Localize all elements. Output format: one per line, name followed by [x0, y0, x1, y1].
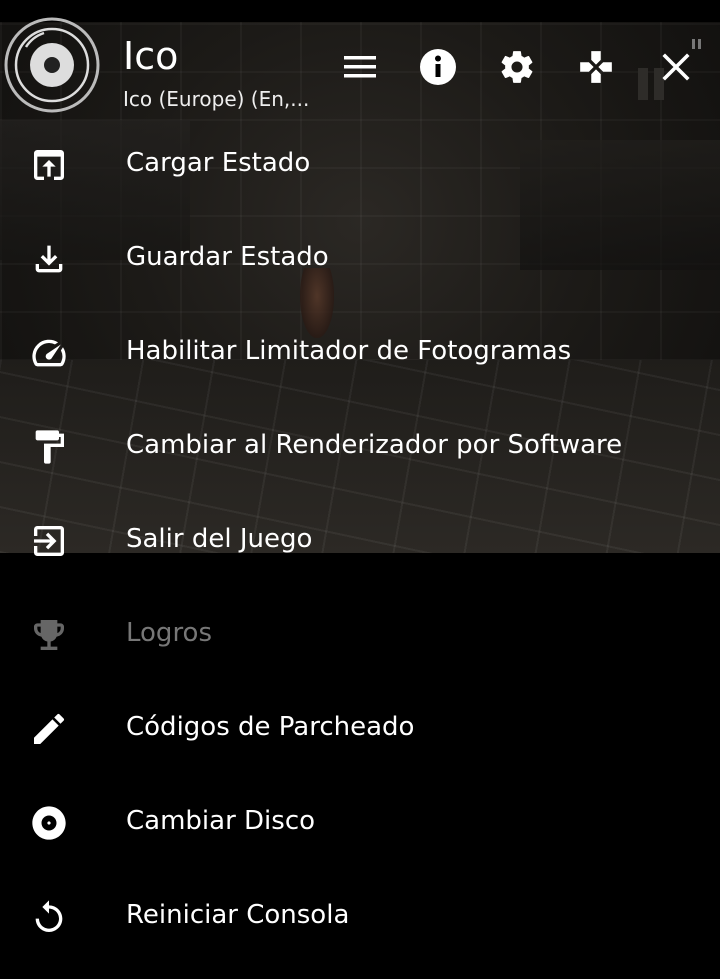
game-disc-icon [4, 17, 100, 113]
menu-item-label: Logros [126, 618, 213, 648]
menu-item-label: Códigos de Parcheado [126, 712, 415, 742]
menu-item-load-state[interactable]: Cargar Estado [0, 116, 720, 210]
menu-item-frame-limiter[interactable]: Habilitar Limitador de Fotogramas [0, 304, 720, 398]
paint-roller-icon [35, 430, 64, 464]
game-title: Ico [123, 34, 179, 78]
menu-item-label: Cambiar al Renderizador por Software [126, 430, 623, 460]
menu-item-label: Salir del Juego [126, 524, 313, 554]
gamepad-icon [580, 51, 612, 83]
pencil-icon [34, 713, 65, 744]
menu-item-change-disc[interactable]: Cambiar Disco [0, 774, 720, 868]
menu-item-reset-console[interactable]: Reiniciar Consola [0, 868, 720, 962]
menu-item-exit-game[interactable]: Salir del Juego [0, 492, 720, 586]
menu-item-achievements: Logros [0, 586, 720, 680]
pause-menu-list: Cargar Estado Guardar Estado Habilitar L… [0, 116, 720, 962]
controller-button[interactable] [575, 46, 617, 88]
disc-icon [32, 806, 66, 840]
game-subtitle: Ico (Europe) (En,... [123, 87, 310, 111]
speedometer-icon [32, 339, 66, 367]
hamburger-menu-button[interactable] [339, 46, 381, 88]
download-icon [35, 245, 63, 273]
gear-icon [501, 51, 533, 83]
menu-item-label: Cambiar Disco [126, 806, 316, 836]
restart-icon [35, 900, 63, 932]
menu-item-save-state[interactable]: Guardar Estado [0, 210, 720, 304]
info-button[interactable] [417, 46, 459, 88]
load-state-icon [34, 150, 64, 180]
menu-item-label: Guardar Estado [126, 242, 329, 272]
info-icon [420, 49, 456, 85]
menu-item-label: Reiniciar Consola [126, 900, 350, 930]
menu-item-label: Habilitar Limitador de Fotogramas [126, 336, 572, 366]
close-button[interactable] [655, 46, 697, 88]
hamburger-icon [344, 56, 376, 78]
settings-button[interactable] [496, 46, 538, 88]
pause-menu-header: Ico Ico (Europe) (En,... [0, 0, 720, 132]
trophy-icon [34, 620, 64, 650]
menu-item-label: Cargar Estado [126, 148, 311, 178]
close-icon [662, 53, 690, 81]
menu-item-software-renderer[interactable]: Cambiar al Renderizador por Software [0, 398, 720, 492]
exit-icon [34, 526, 64, 556]
menu-item-patch-codes[interactable]: Códigos de Parcheado [0, 680, 720, 774]
